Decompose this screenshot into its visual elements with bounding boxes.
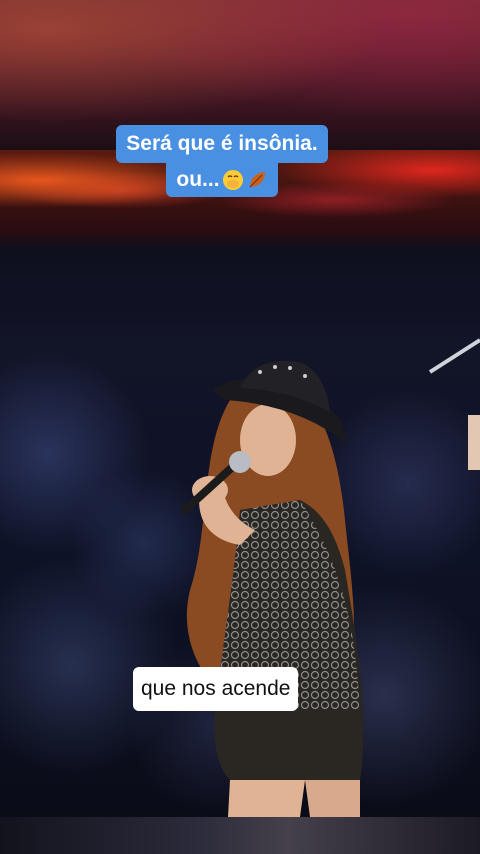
- concert-photo: [0, 150, 480, 817]
- fallen-leaf-emoji-icon: [249, 172, 265, 188]
- bottom-blurred-background: [0, 817, 480, 854]
- caption-line-1: Será que é insônia.: [116, 125, 328, 163]
- singer-figure: [181, 338, 480, 817]
- hand-over-mouth-emoji-icon: [222, 170, 243, 190]
- subtitle-caption: que nos acende: [133, 667, 299, 711]
- top-caption: Será que é insônia. ou...: [95, 125, 349, 197]
- caption-line-2: ou...: [166, 163, 278, 197]
- caption-line-2-text: ou...: [176, 168, 220, 191]
